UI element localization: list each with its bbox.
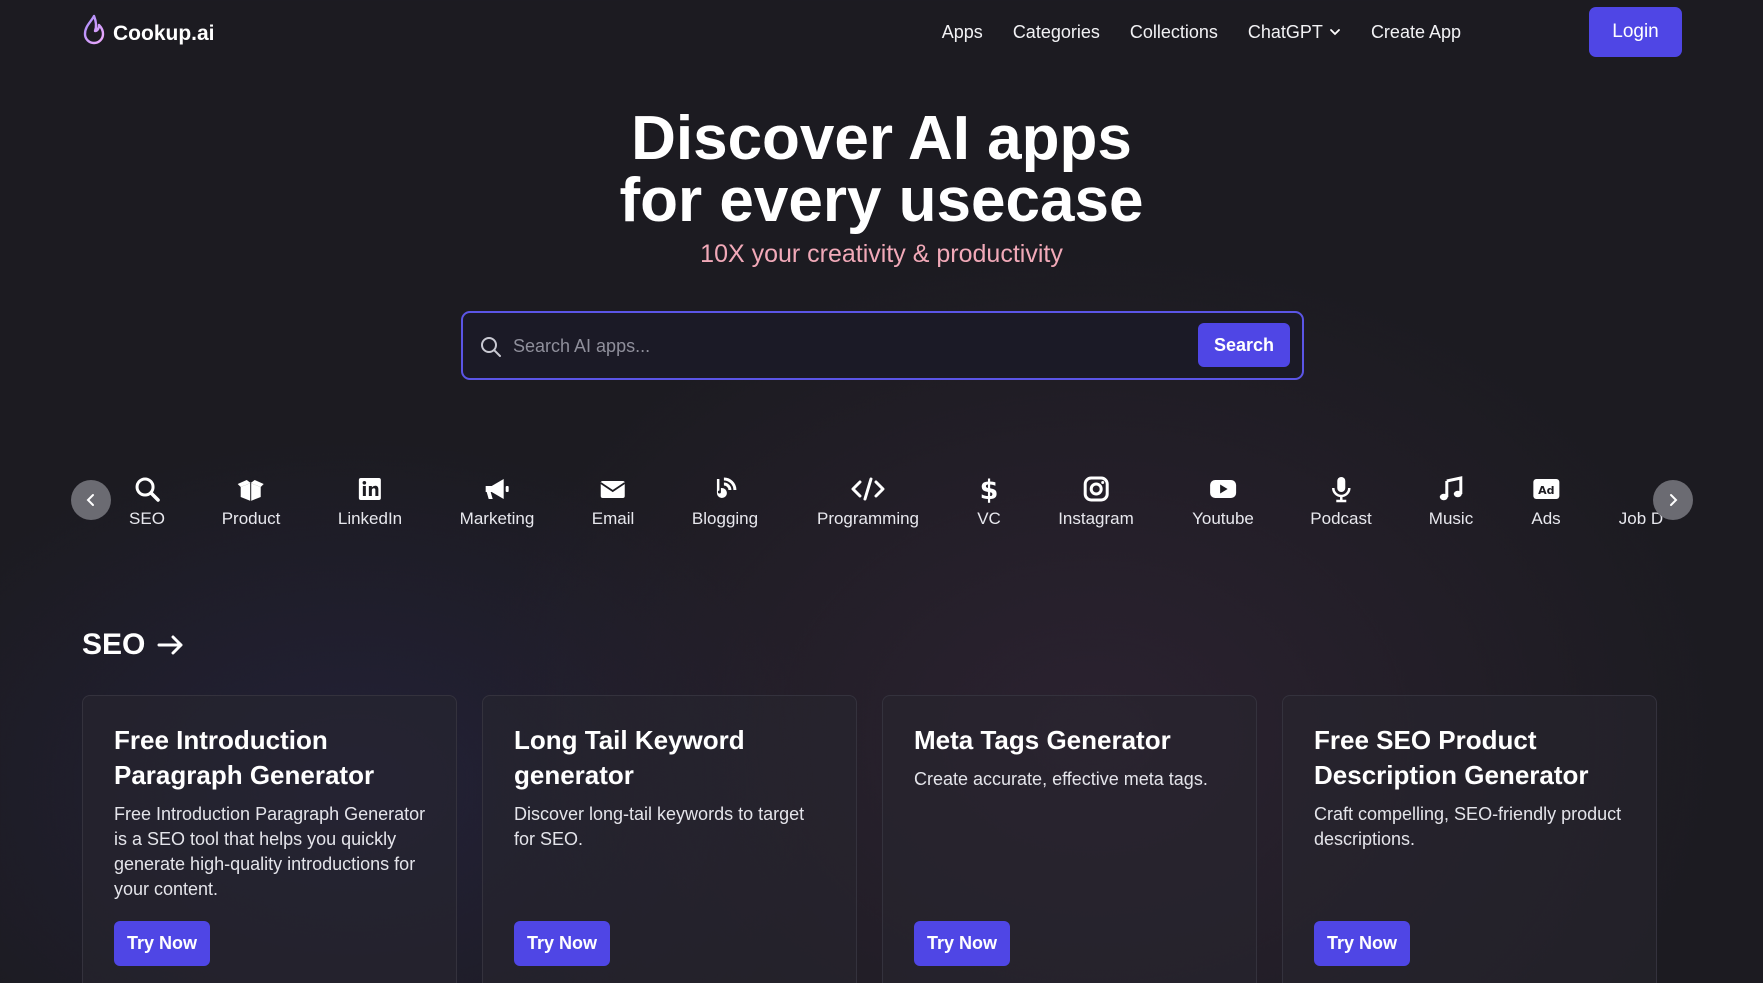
login-button[interactable]: Login — [1589, 7, 1682, 57]
category-blogging[interactable]: Blogging — [692, 475, 758, 529]
youtube-icon — [1210, 480, 1236, 498]
category-label: Product — [221, 509, 281, 528]
category-label: VC — [977, 509, 1001, 528]
section-title-seo[interactable]: SEO — [82, 628, 185, 662]
envelope-icon — [600, 481, 626, 498]
arrow-right-icon — [157, 635, 183, 655]
category-carousel: SEO Product LinkedIn Marketing Email Blo… — [0, 465, 1763, 545]
category-label: Podcast — [1310, 509, 1372, 528]
category-seo[interactable]: SEO — [129, 475, 165, 529]
nav-links: Apps Categories Collections ChatGPT Crea… — [942, 0, 1461, 64]
search-input[interactable] — [513, 327, 1153, 365]
category-email[interactable]: Email — [591, 475, 635, 529]
category-label: Ads — [1531, 509, 1561, 528]
category-label: Programming — [816, 509, 920, 528]
category-instagram[interactable]: Instagram — [1058, 475, 1134, 529]
category-linkedin[interactable]: LinkedIn — [338, 475, 402, 529]
code-icon — [851, 477, 885, 501]
category-label: Music — [1428, 509, 1474, 528]
box-open-icon — [238, 480, 264, 501]
category-programming[interactable]: Programming — [817, 475, 919, 529]
category-vc[interactable]: $ VC — [975, 475, 1003, 529]
category-youtube[interactable]: Youtube — [1192, 475, 1254, 529]
chevron-right-icon — [1670, 494, 1678, 506]
card-description: Discover long-tail keywords to target fo… — [514, 804, 805, 849]
chevron-left-icon — [86, 494, 94, 506]
category-label: Email — [591, 509, 635, 528]
linkedin-icon — [359, 478, 381, 500]
card-title: Free SEO Product Description Generator — [1314, 725, 1589, 790]
category-ads[interactable]: Ad Ads — [1531, 475, 1561, 529]
brand-logo[interactable]: Cookup.ai — [81, 14, 215, 46]
try-now-button[interactable]: Try Now — [914, 921, 1010, 966]
nav-link-create-app[interactable]: Create App — [1371, 22, 1461, 43]
app-card: Free SEO Product Description Generator C… — [1282, 695, 1657, 983]
try-now-button[interactable]: Try Now — [514, 921, 610, 966]
microphone-icon — [1331, 477, 1351, 503]
music-note-icon — [1440, 476, 1463, 501]
card-title: Meta Tags Generator — [914, 725, 1171, 755]
svg-text:$: $ — [980, 475, 999, 503]
hero-title: Discover AI apps for every usecase — [0, 108, 1763, 232]
hero-subtitle: 10X your creativity & productivity — [700, 240, 1063, 268]
search-icon — [481, 337, 501, 357]
card-title: Long Tail Keyword generator — [514, 725, 745, 790]
category-label: LinkedIn — [337, 509, 403, 528]
card-description: Create accurate, effective meta tags. — [914, 769, 1208, 789]
nav-link-chatgpt[interactable]: ChatGPT — [1248, 22, 1341, 43]
app-card: Free Introduction Paragraph Generator Fr… — [82, 695, 457, 983]
try-now-button[interactable]: Try Now — [1314, 921, 1410, 966]
category-label: Instagram — [1058, 509, 1134, 528]
svg-text:Ad: Ad — [1538, 484, 1554, 497]
category-label: SEO — [129, 509, 165, 528]
nav-link-chatgpt-label: ChatGPT — [1247, 21, 1323, 42]
nav-link-categories[interactable]: Categories — [1013, 22, 1100, 43]
search-bar: Search — [461, 311, 1304, 380]
search-button[interactable]: Search — [1198, 323, 1290, 367]
hero-title-line1: Discover AI apps — [631, 104, 1132, 173]
section-title-text: SEO — [82, 628, 146, 661]
hero-title-line2: for every usecase — [619, 166, 1144, 235]
category-marketing[interactable]: Marketing — [459, 475, 535, 529]
app-card: Long Tail Keyword generator Discover lon… — [482, 695, 857, 983]
instagram-icon — [1083, 476, 1109, 502]
top-nav: Cookup.ai Apps Categories Collections Ch… — [0, 0, 1763, 70]
ad-icon: Ad — [1532, 479, 1559, 499]
app-card: Meta Tags Generator Create accurate, eff… — [882, 695, 1257, 983]
flame-logo-icon — [83, 14, 105, 45]
megaphone-icon — [485, 479, 509, 499]
brand-name: Cookup.ai — [113, 22, 215, 45]
search-icon — [135, 477, 160, 502]
chevron-down-icon — [1330, 29, 1340, 36]
nav-link-collections[interactable]: Collections — [1130, 22, 1218, 43]
category-product[interactable]: Product — [221, 475, 281, 529]
carousel-prev-button[interactable] — [71, 480, 111, 520]
category-music[interactable]: Music — [1429, 475, 1473, 529]
category-label: Youtube — [1192, 509, 1254, 528]
card-description: Free Introduction Paragraph Generator is… — [114, 804, 426, 899]
card-title: Free Introduction Paragraph Generator — [114, 725, 375, 790]
card-description: Craft compelling, SEO-friendly product d… — [1314, 804, 1622, 849]
category-label: Marketing — [459, 509, 535, 528]
dollar-icon: $ — [980, 475, 999, 503]
try-now-button[interactable]: Try Now — [114, 921, 210, 966]
category-label: Blogging — [691, 509, 759, 528]
nav-link-apps[interactable]: Apps — [942, 22, 983, 43]
carousel-next-button[interactable] — [1653, 480, 1693, 520]
blog-icon — [716, 477, 737, 498]
category-podcast[interactable]: Podcast — [1310, 475, 1372, 529]
briefcase-icon — [1627, 475, 1655, 503]
